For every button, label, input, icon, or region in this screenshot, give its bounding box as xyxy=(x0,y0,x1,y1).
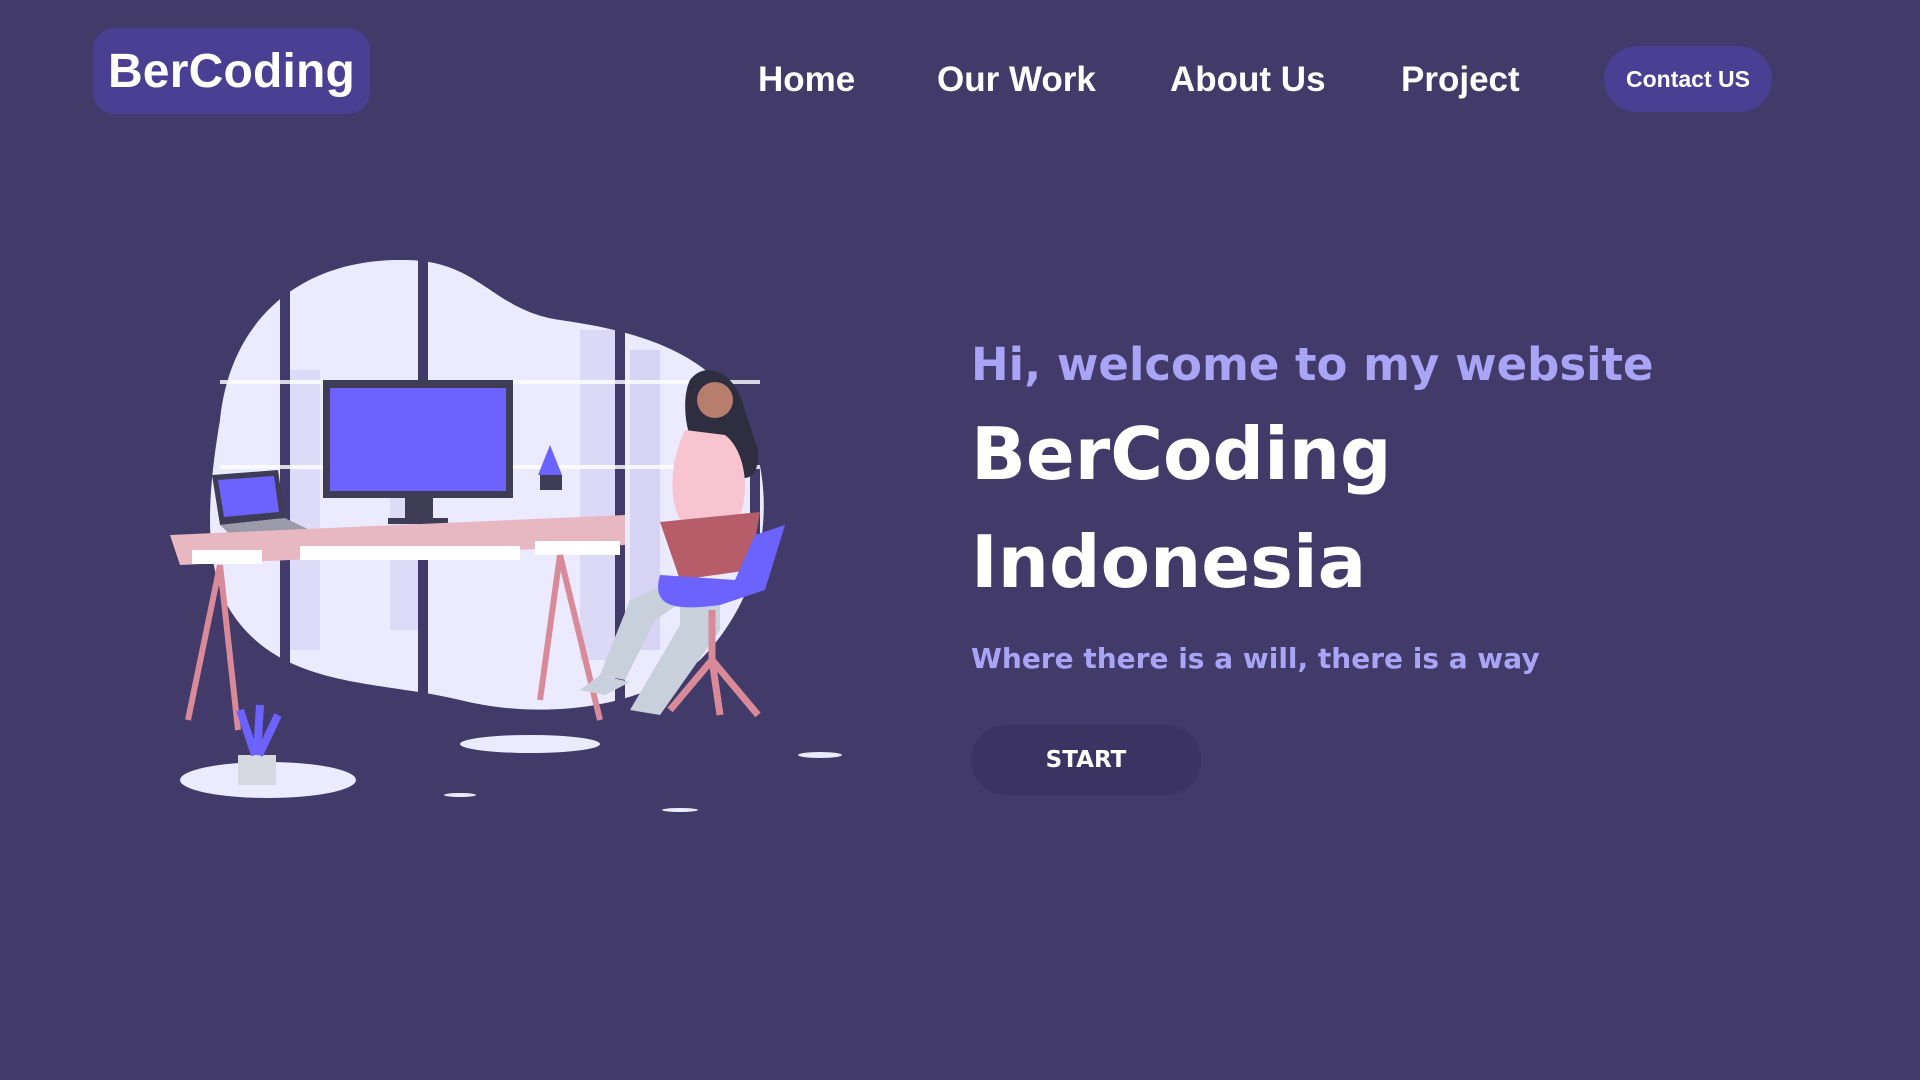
contact-button[interactable]: Contact US xyxy=(1604,46,1772,112)
nav-project[interactable]: Project xyxy=(1401,52,1520,108)
hero-section: Hi, welcome to my website BerCoding Indo… xyxy=(971,330,1871,795)
hero-tagline: Where there is a will, there is a way xyxy=(971,642,1540,675)
brand-logo[interactable]: BerCoding xyxy=(93,28,370,114)
workspace-illustration xyxy=(170,255,842,812)
hero-title-line2: Indonesia xyxy=(971,520,1367,604)
hero-title-line1: BerCoding xyxy=(971,412,1392,496)
hero-greeting: Hi, welcome to my website xyxy=(971,338,1654,391)
nav-home[interactable]: Home xyxy=(758,52,855,108)
nav-about-us[interactable]: About Us xyxy=(1170,52,1326,108)
hero-illustration xyxy=(160,250,900,830)
nav-our-work[interactable]: Our Work xyxy=(937,52,1096,108)
start-button[interactable]: START xyxy=(971,725,1201,795)
